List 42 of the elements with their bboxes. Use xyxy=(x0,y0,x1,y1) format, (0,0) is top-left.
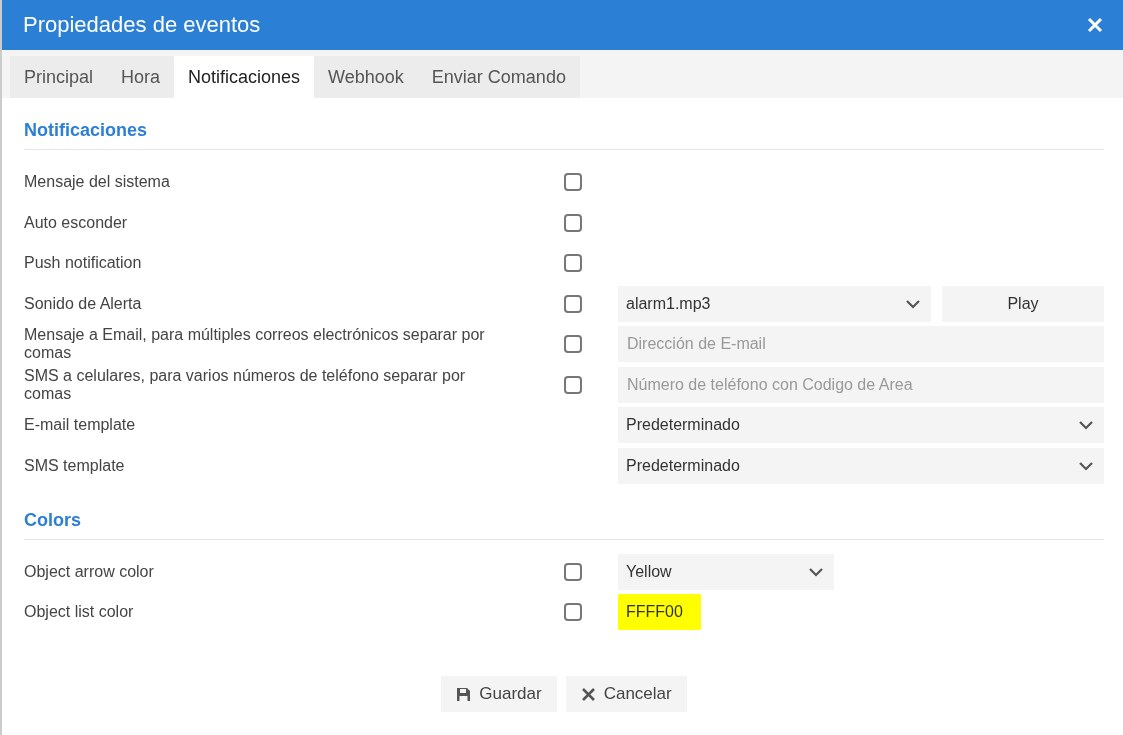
dropdown[interactable]: Predeterminado xyxy=(618,447,1104,484)
save-button[interactable]: Guardar xyxy=(441,676,557,712)
field-label: Mensaje a Email, para múltiples correos electrónicos separar por comas xyxy=(24,326,486,362)
input-field[interactable]: Número de teléfono con Codigo de Area xyxy=(618,366,1104,403)
close-icon xyxy=(1087,17,1103,33)
input-field[interactable]: Dirección de E-mail xyxy=(618,326,1104,362)
chevron-down-icon xyxy=(1078,460,1094,471)
field-label: SMS a celulares, para varios números de teléfono separar por comas xyxy=(24,366,467,403)
field-label: Object list color xyxy=(24,603,135,621)
chevron-down-icon xyxy=(1078,420,1094,430)
tab[interactable]: Principal xyxy=(10,56,108,98)
checkbox[interactable] xyxy=(564,562,582,581)
tab[interactable]: Notificaciones xyxy=(174,56,315,98)
play-button[interactable]: Play xyxy=(942,285,1104,322)
field-label: SMS template xyxy=(24,456,126,475)
checkbox[interactable] xyxy=(564,254,582,272)
tab[interactable]: Hora xyxy=(107,56,175,98)
field-label: Mensaje del sistema xyxy=(24,173,171,191)
checkbox[interactable] xyxy=(564,213,582,232)
field-label: Object arrow color xyxy=(24,562,155,581)
checkbox[interactable] xyxy=(564,294,582,313)
checkbox[interactable] xyxy=(564,173,582,191)
dropdown[interactable]: Predeterminado xyxy=(618,407,1104,443)
window-title: Propiedades de eventos xyxy=(23,12,261,38)
tab[interactable]: Enviar Comando xyxy=(417,56,580,98)
section-heading: Colors xyxy=(24,499,1104,540)
tab[interactable]: Webhook xyxy=(314,56,418,98)
field-label: Push notification xyxy=(24,254,143,272)
dropdown[interactable]: alarm1.mp3 xyxy=(618,285,931,322)
field-label: Sonido de Alerta xyxy=(24,294,143,313)
section-heading: Notificaciones xyxy=(24,110,1104,150)
chevron-down-icon xyxy=(808,566,824,577)
checkbox[interactable] xyxy=(564,603,582,621)
field-label: Auto esconder xyxy=(24,213,129,232)
checkbox[interactable] xyxy=(564,375,582,394)
dropdown[interactable]: Yellow xyxy=(618,553,834,590)
checkbox[interactable] xyxy=(564,335,582,353)
color-field[interactable]: FFFF00 xyxy=(618,594,701,630)
cancel-button[interactable]: Cancelar xyxy=(565,676,687,712)
cross-icon xyxy=(580,686,596,702)
field-label: E-mail template xyxy=(24,416,137,434)
chevron-down-icon xyxy=(905,298,921,309)
